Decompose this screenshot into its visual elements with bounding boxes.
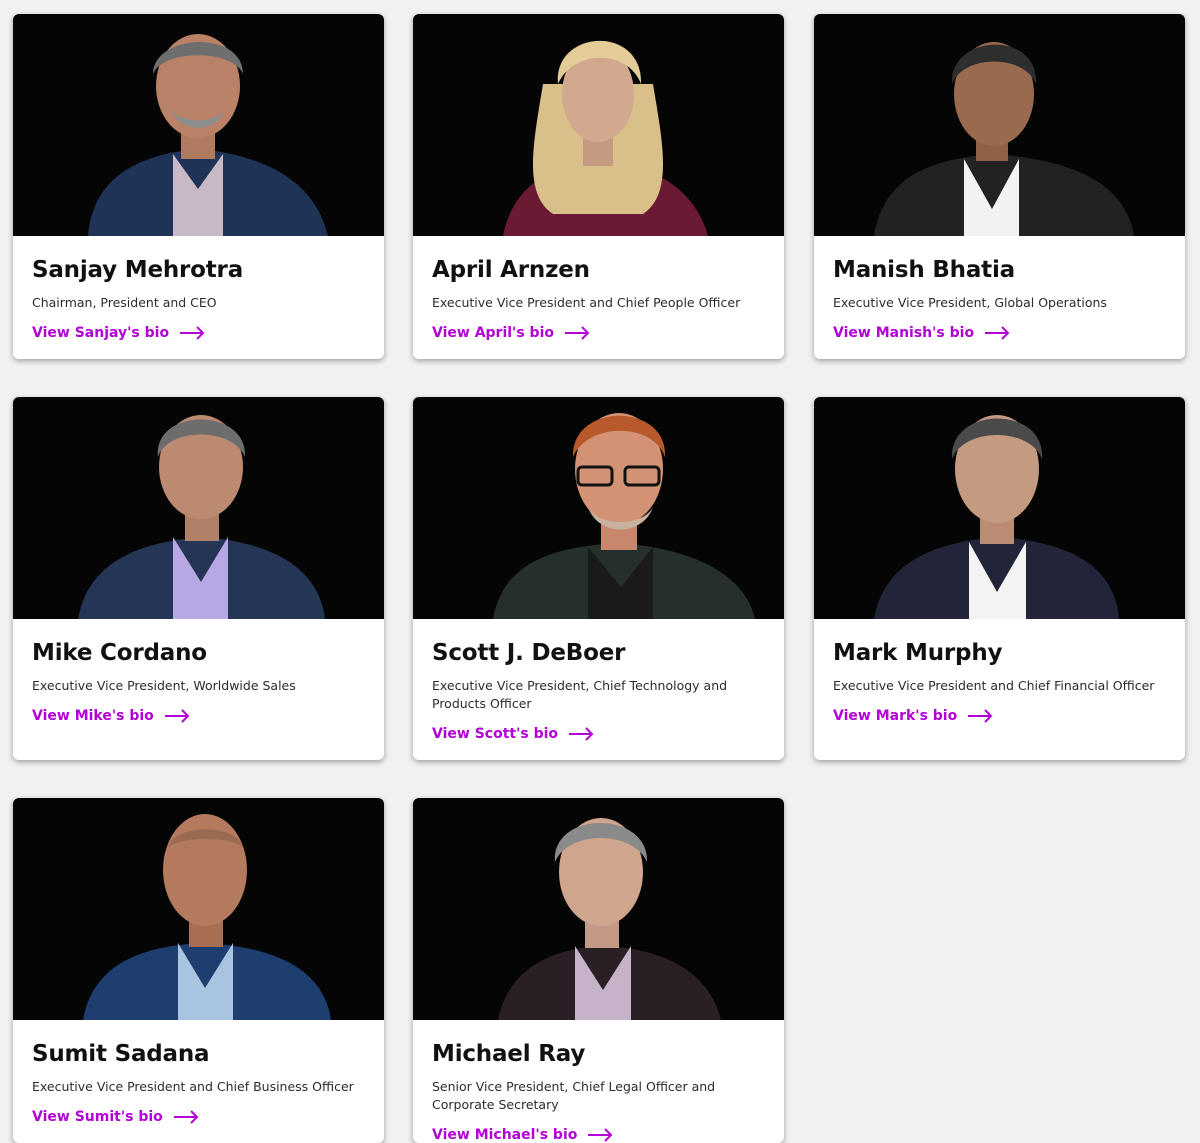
executive-name: Manish Bhatia [833, 257, 1015, 283]
view-bio-link[interactable]: View Manish's bio [833, 325, 1010, 341]
view-bio-link[interactable]: View Scott's bio [432, 726, 594, 742]
executive-name: Mark Murphy [833, 640, 1003, 666]
executive-card: Sumit Sadana Executive Vice President an… [13, 798, 384, 1143]
executive-name: April Arnzen [432, 257, 590, 283]
bio-link-label: View Manish's bio [833, 325, 975, 341]
arrow-right-icon [588, 1128, 613, 1142]
bio-link-label: View April's bio [432, 325, 554, 341]
executive-card: Michael Ray Senior Vice President, Chief… [413, 798, 784, 1143]
portrait-image [498, 818, 721, 1020]
view-bio-link[interactable]: View Mike's bio [32, 708, 190, 724]
executive-photo [413, 14, 784, 236]
executive-title: Executive Vice President and Chief Peopl… [432, 295, 741, 310]
executive-photo [413, 397, 784, 619]
executive-title: Executive Vice President and Chief Busin… [32, 1079, 354, 1094]
bio-link-label: View Mike's bio [32, 708, 154, 724]
executive-name: Mike Cordano [32, 640, 207, 666]
view-bio-link[interactable]: View Sanjay's bio [32, 325, 205, 341]
portrait-image [78, 415, 325, 619]
portrait-image [503, 40, 708, 236]
executive-title: Executive Vice President and Chief Finan… [833, 678, 1155, 693]
portrait-image [88, 34, 328, 236]
executive-name: Sumit Sadana [32, 1041, 210, 1067]
arrow-right-icon [569, 727, 594, 741]
executive-photo [13, 397, 384, 619]
bio-link-label: View Scott's bio [432, 726, 559, 742]
executive-title: Senior Vice President, Chief Legal Offic… [432, 1079, 716, 1112]
executive-card: Scott J. DeBoer Executive Vice President… [413, 397, 784, 760]
executive-photo [13, 14, 384, 236]
executive-name: Michael Ray [432, 1041, 586, 1067]
executive-name: Sanjay Mehrotra [32, 257, 244, 283]
executive-card: Sanjay Mehrotra Chairman, President and … [13, 14, 384, 359]
portrait-image [874, 42, 1134, 236]
executive-photo [13, 798, 384, 1020]
executive-title: Executive Vice President, Chief Technolo… [432, 678, 728, 711]
executive-name: Scott J. DeBoer [432, 640, 626, 666]
leadership-grid: Sanjay Mehrotra Chairman, President and … [0, 0, 1200, 1143]
bio-link-label: View Michael's bio [432, 1127, 578, 1143]
executive-card: Mike Cordano Executive Vice President, W… [13, 397, 384, 760]
view-bio-link[interactable]: View Sumit's bio [32, 1109, 199, 1125]
executive-photo [413, 798, 784, 1020]
executive-photo [814, 397, 1185, 619]
executive-title: Executive Vice President, Global Operati… [833, 295, 1107, 310]
portrait-image [874, 415, 1119, 619]
executive-photo [814, 14, 1185, 236]
arrow-right-icon [968, 709, 993, 723]
arrow-right-icon [564, 326, 590, 340]
arrow-right-icon [985, 326, 1010, 340]
view-bio-link[interactable]: View April's bio [432, 325, 590, 341]
executive-title: Executive Vice President, Worldwide Sale… [32, 678, 296, 693]
arrow-right-icon [164, 709, 190, 723]
executive-card: April Arnzen Executive Vice President an… [413, 14, 784, 359]
executive-card: Manish Bhatia Executive Vice President, … [814, 14, 1185, 359]
bio-link-label: View Sumit's bio [32, 1109, 163, 1125]
portrait-image [493, 413, 755, 619]
executive-card: Mark Murphy Executive Vice President and… [814, 397, 1185, 760]
executive-title: Chairman, President and CEO [32, 295, 217, 310]
arrow-right-icon [180, 326, 205, 340]
bio-link-label: View Mark's bio [833, 708, 958, 724]
portrait-image [83, 814, 331, 1020]
bio-link-label: View Sanjay's bio [32, 325, 170, 341]
view-bio-link[interactable]: View Mark's bio [833, 708, 993, 724]
view-bio-link[interactable]: View Michael's bio [432, 1127, 613, 1143]
